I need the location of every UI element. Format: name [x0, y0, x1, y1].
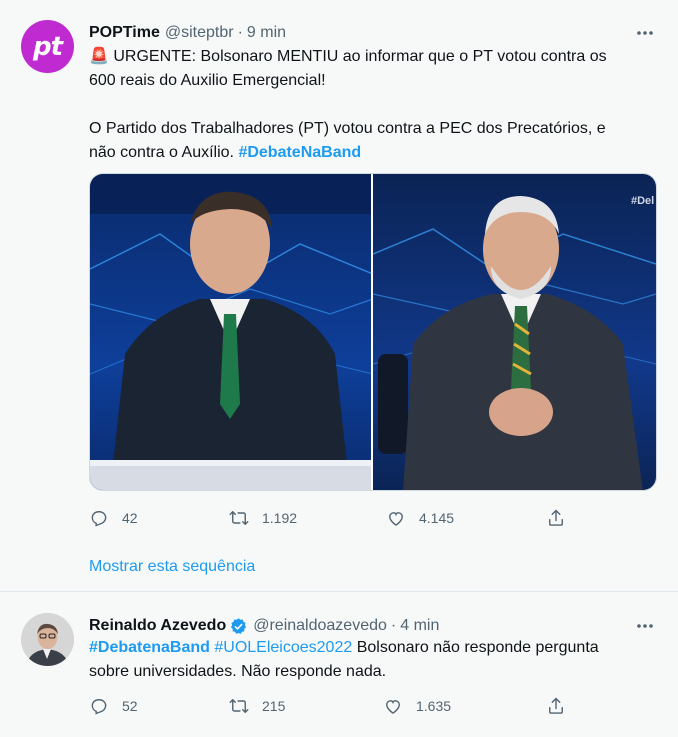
like-count: 4.145	[419, 510, 455, 526]
share-icon	[549, 697, 563, 714]
photo-bolsonaro-debate	[90, 174, 371, 490]
verified-badge-icon	[229, 617, 248, 636]
more-icon[interactable]	[634, 617, 656, 635]
show-thread-link[interactable]: Mostrar esta sequência	[89, 558, 255, 576]
reply-button[interactable]: 52	[89, 694, 138, 718]
hashtag-link[interactable]: #DebatenaBand	[89, 639, 210, 656]
reply-count: 52	[122, 698, 138, 714]
share-button[interactable]	[546, 506, 566, 530]
tweet-text: 🚨 URGENTE: Bolsonaro MENTIU ao informar …	[89, 45, 649, 165]
tweet-text-line-1: 🚨 URGENTE: Bolsonaro MENTIU ao informar …	[89, 45, 649, 69]
tweet-text-line-1-content: Bolsonaro não responde pergunta	[356, 639, 599, 656]
tweet-time[interactable]: 4 min	[400, 617, 439, 635]
retweet-count: 215	[262, 698, 286, 714]
heart-icon	[389, 512, 403, 526]
siren-emoji-icon: 🚨	[89, 48, 109, 65]
tweet-text-line-1: #DebatenaBand #UOLEleicoes2022 Bolsonaro…	[89, 636, 649, 660]
like-button[interactable]: 1.635	[383, 694, 451, 718]
author-name[interactable]: Reinaldo Azevedo	[89, 617, 226, 635]
hashtag-link[interactable]: #DebateNaBand	[238, 144, 361, 161]
hashtag-link[interactable]: #UOLEleicoes2022	[214, 639, 352, 656]
reply-button[interactable]: 42	[89, 506, 138, 530]
tweet-text-line-3: O Partido dos Trabalhadores (PT) votou c…	[89, 120, 606, 137]
like-count: 1.635	[416, 698, 452, 714]
separator-dot: ·	[237, 24, 243, 41]
reply-icon	[91, 511, 107, 527]
heart-icon	[386, 700, 400, 714]
retweet-icon	[229, 699, 249, 713]
media-overlay-label: #Del	[631, 195, 654, 207]
retweet-button[interactable]: 1.192	[229, 506, 297, 530]
tweet-header: POPTime @siteptbr · 9 min	[89, 22, 286, 44]
timeline-feed: pt POPTime @siteptbr · 9 min 🚨 URGENTE: …	[0, 0, 678, 737]
author-handle[interactable]: @siteptbr	[165, 24, 234, 42]
media-photo-left[interactable]	[90, 174, 373, 490]
avatar-reinaldo-azevedo[interactable]	[21, 613, 74, 666]
tweet-text-line-4: não contra o Auxílio. #DebateNaBand	[89, 141, 649, 165]
retweet-button[interactable]: 215	[229, 694, 285, 718]
avatar-photo	[21, 613, 74, 666]
author-name[interactable]: POPTime	[89, 24, 160, 42]
more-horizontal-icon	[637, 624, 653, 628]
photo-lula-debate: #Del	[373, 174, 656, 490]
tweet-time[interactable]: 9 min	[247, 24, 286, 42]
tweet-header: Reinaldo Azevedo @reinaldoazevedo · 4 mi…	[89, 615, 439, 637]
like-button[interactable]: 4.145	[386, 506, 454, 530]
share-icon	[549, 509, 563, 526]
reply-icon	[91, 699, 107, 715]
retweet-count: 1.192	[262, 510, 298, 526]
tweet-text-line-1-content: URGENTE: Bolsonaro MENTIU ao informar qu…	[113, 48, 607, 65]
avatar-poptime[interactable]: pt	[21, 20, 74, 73]
tweet-media[interactable]: #Del	[89, 173, 657, 491]
verified-icon	[231, 617, 247, 634]
retweet-icon	[229, 511, 249, 525]
tweet-poptime[interactable]: pt POPTime @siteptbr · 9 min 🚨 URGENTE: …	[0, 0, 678, 592]
separator-dot: ·	[390, 617, 397, 634]
tweet-text: #DebatenaBand #UOLEleicoes2022 Bolsonaro…	[89, 636, 649, 684]
media-photo-right[interactable]: #Del	[373, 174, 656, 490]
author-handle[interactable]: @reinaldoazevedo	[253, 617, 387, 635]
more-icon[interactable]	[634, 24, 656, 42]
tweet-text-line-2: sobre universidades. Não responde nada.	[89, 663, 387, 680]
tweet-actions: 42 1.192 4.145	[89, 506, 577, 530]
reply-count: 42	[122, 510, 138, 526]
tweet-text-line-4-content: não contra o Auxílio.	[89, 144, 234, 161]
tweet-actions: 52 215 1.635	[89, 694, 577, 718]
tweet-reinaldo-azevedo[interactable]: Reinaldo Azevedo @reinaldoazevedo · 4 mi…	[0, 593, 678, 737]
tweet-text-line-2: 600 reais do Auxilio Emergencial!	[89, 72, 326, 89]
share-button[interactable]	[546, 694, 566, 718]
pt-logo: pt	[32, 31, 63, 62]
more-horizontal-icon	[637, 31, 653, 35]
